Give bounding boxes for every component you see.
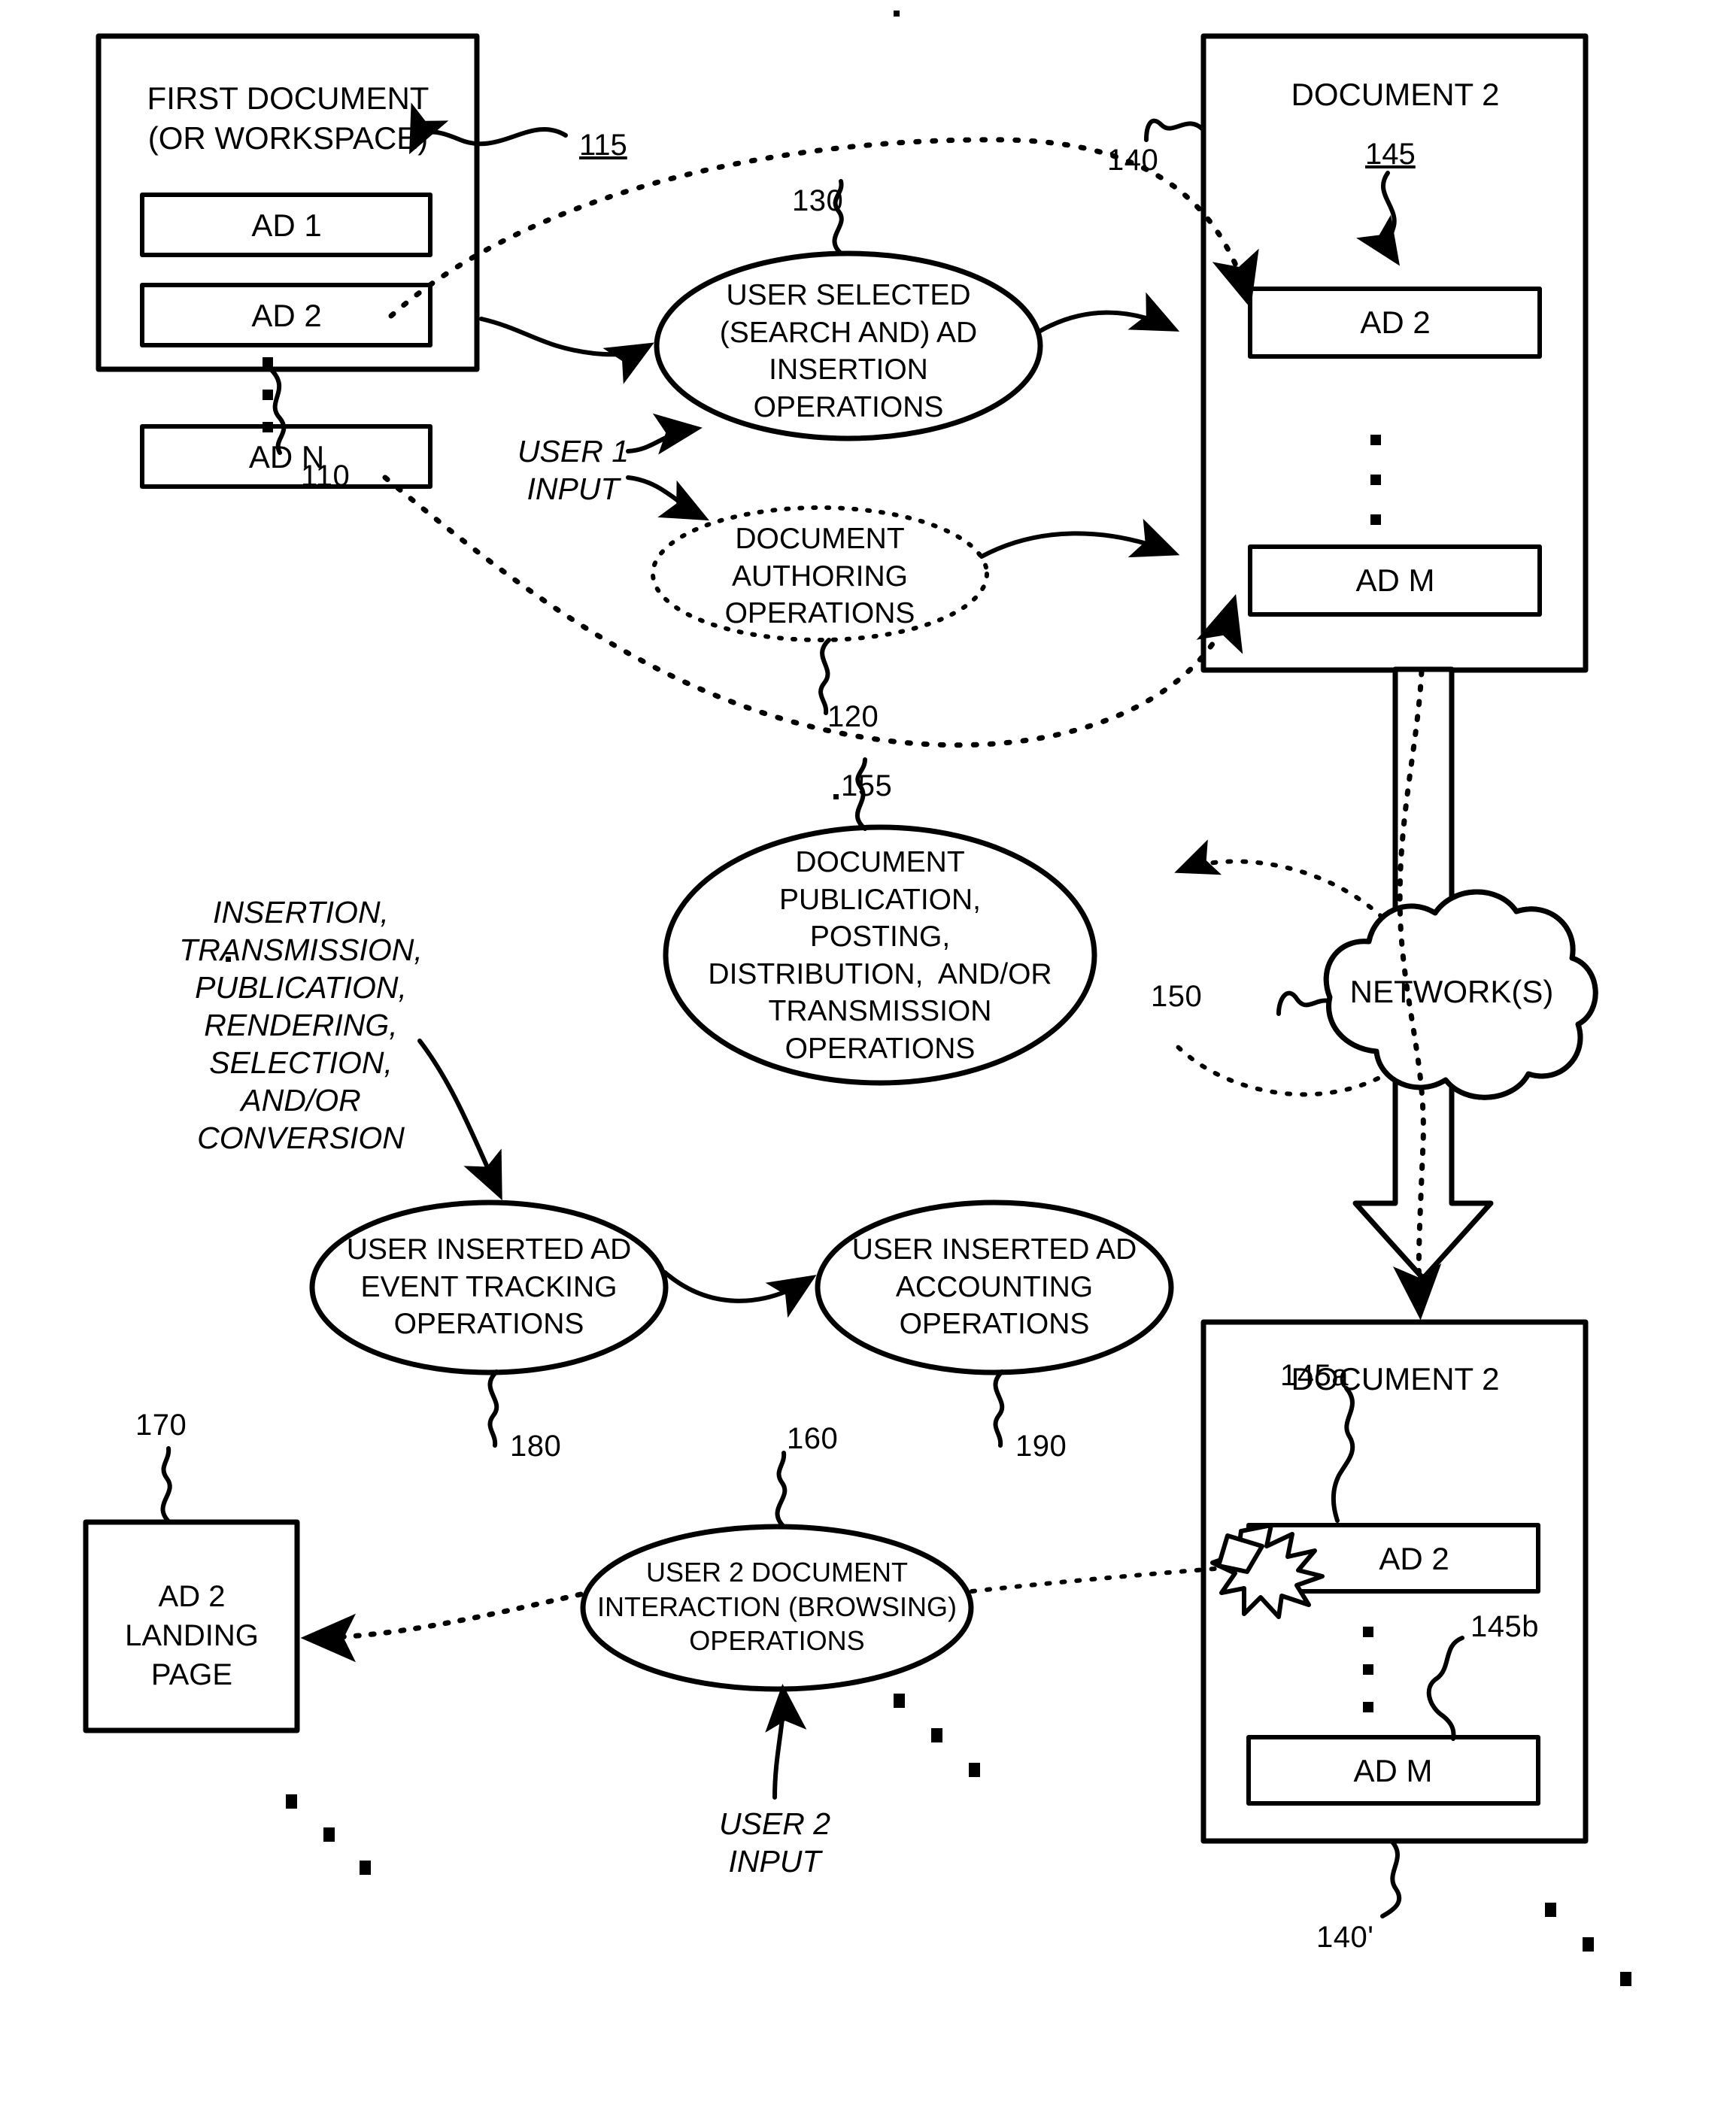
landing-page-label: AD 2 LANDING PAGE: [125, 1580, 259, 1691]
document2-bottom-ad2-label: AD 2: [1379, 1541, 1449, 1576]
ref-190: 190: [1015, 1430, 1067, 1463]
document2-top-adm-label: AD M: [1355, 563, 1435, 598]
document2-top-ad2-label: AD 2: [1360, 305, 1431, 340]
ref-145a: 145a: [1280, 1359, 1349, 1392]
ref-145: 145: [1365, 138, 1416, 171]
event-tracking-operations-label: USER INSERTED AD EVENT TRACKING OPERATIONS: [346, 1233, 632, 1341]
ref-140: 140: [1107, 144, 1159, 177]
ref-145b: 145b: [1470, 1610, 1539, 1643]
user2-input-label: USER 2 INPUT: [718, 1806, 831, 1879]
ad-box-label-ad2: AD 2: [251, 298, 322, 333]
process-annotation-list: INSERTION, TRANSMISSION, PUBLICATION, RENDE…: [179, 895, 423, 1156]
ref-160: 160: [787, 1422, 839, 1455]
document2-bottom-adm-label: AD M: [1353, 1753, 1433, 1788]
document-authoring-operations-label: DOCUMENT AUTHORING OPERATIONS: [724, 523, 915, 630]
ref-180: 180: [510, 1430, 562, 1463]
publication-operations-label: DOCUMENT PUBLICATION, POSTING, DISTRIBUTION…: [708, 846, 1052, 1065]
ref-140-prime: 140': [1316, 1921, 1374, 1954]
ref-115: 115: [579, 129, 627, 162]
accounting-operations-label: USER INSERTED AD ACCOUNTING OPERATIONS: [851, 1233, 1137, 1341]
ref-150: 150: [1151, 980, 1203, 1013]
network-cloud-label: NETWORK(S): [1349, 974, 1554, 1009]
patent-figure-canvas: FIRST DOCUMENT (OR WORKSPACE) AD 1 AD 2 A…: [0, 0, 1736, 2126]
user1-input-label: USER 1 INPUT: [517, 434, 630, 507]
document2-top-title: DOCUMENT 2: [1291, 77, 1500, 112]
ref-120: 120: [827, 700, 879, 733]
ad-insertion-operations-label: USER SELECTED (SEARCH AND) AD INSERTION OPE…: [719, 279, 978, 423]
ad-box-label-ad1: AD 1: [251, 208, 322, 243]
ref-110: 110: [301, 459, 351, 493]
browsing-operations-label: USER 2 DOCUMENT INTERACTION (BROWSING) OPE…: [597, 1557, 957, 1657]
ref-155: 155: [841, 769, 893, 802]
ref-130: 130: [792, 184, 844, 217]
first-document-title: FIRST DOCUMENT (OR WORKSPACE): [147, 80, 429, 156]
ref-170: 170: [135, 1409, 187, 1442]
